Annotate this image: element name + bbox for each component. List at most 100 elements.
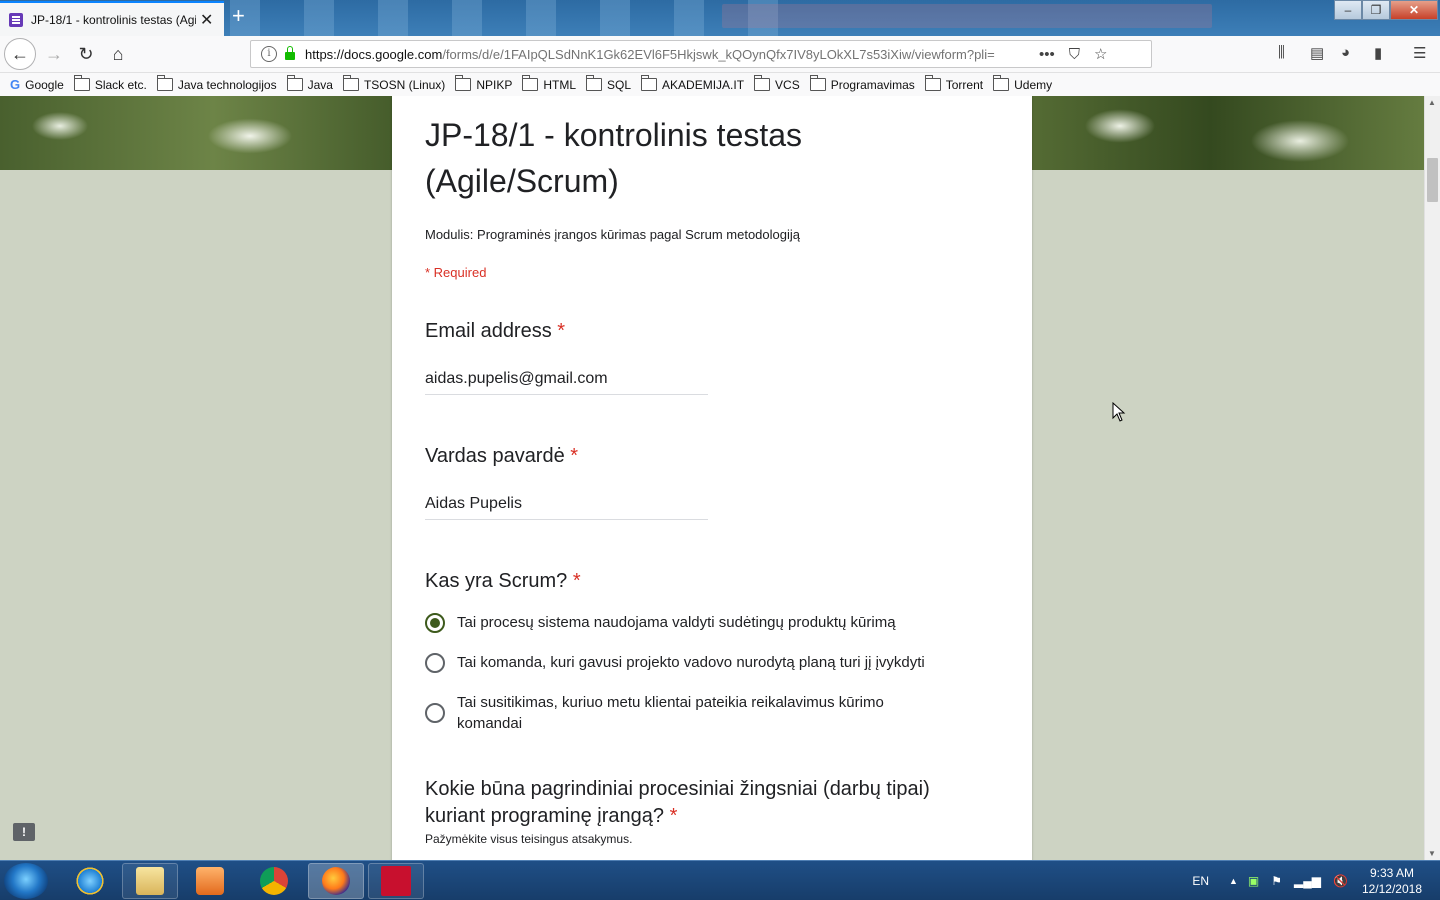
question-title-text: Email address <box>425 320 552 342</box>
radio-button[interactable] <box>425 652 445 673</box>
minimize-button[interactable]: ‒ <box>1334 0 1362 20</box>
question-title-text: Kas yra Scrum? <box>425 570 568 592</box>
taskbar-file-explorer[interactable] <box>122 863 178 899</box>
pocket-icon[interactable]: ⛉ <box>1069 46 1080 63</box>
bookmark-label: Google <box>25 77 64 92</box>
bookmark-label: Udemy <box>1014 77 1053 92</box>
extension-icon[interactable]: ◕ <box>1341 44 1350 61</box>
restore-button[interactable]: ❐ <box>1362 0 1390 20</box>
start-button[interactable] <box>4 863 48 899</box>
scrollbar-thumb[interactable] <box>1427 158 1438 202</box>
taskbar-chrome[interactable] <box>246 863 302 899</box>
form-title: JP-18/1 - kontrolinis testas (Agile/Scru… <box>425 117 803 199</box>
radio-option-label: Tai susitikimas, kuriuo metu klientai pa… <box>457 694 884 732</box>
window-controls: ‒ ❐ ✕ <box>1334 0 1438 20</box>
bookmark-folder[interactable]: VCS <box>754 75 800 92</box>
url-bar[interactable]: i https://docs.google.com/forms/d/e/1FAI… <box>250 40 1152 68</box>
folder-icon <box>924 75 941 91</box>
bookmark-folder[interactable]: NPIKP <box>455 75 512 92</box>
tab-close-icon[interactable]: ✕ <box>200 10 213 30</box>
bookmark-label: Java technologijos <box>177 77 277 92</box>
folder-icon <box>993 75 1010 91</box>
folder-icon <box>286 75 303 91</box>
browser-tab-active[interactable]: JP-18/1 - kontrolinis testas (Agi ✕ <box>0 1 224 36</box>
chrome-icon <box>260 867 288 895</box>
radio-button[interactable] <box>425 703 445 723</box>
bookmark-label: Torrent <box>945 77 984 92</box>
bookmark-folder[interactable]: Torrent <box>924 75 984 92</box>
taskbar-internet-explorer[interactable] <box>62 863 118 899</box>
bookmark-label: TSOSN (Linux) <box>363 77 446 92</box>
page-viewport: JP-18/1 - kontrolinis testas (Agile/Scru… <box>0 96 1424 860</box>
back-button[interactable]: ← <box>4 38 36 70</box>
radio-option[interactable]: Tai susitikimas, kuriuo metu klientai pa… <box>425 692 925 734</box>
radio-option[interactable]: Tai procesų sistema naudojama valdyti su… <box>425 612 896 633</box>
radio-option[interactable]: Tai komanda, kuri gavusi projekto vadovo… <box>425 652 925 673</box>
feedback-icon[interactable]: ! <box>13 823 35 841</box>
menu-icon[interactable]: ☰ <box>1413 44 1426 62</box>
window-close-button[interactable]: ✕ <box>1390 0 1438 20</box>
browser-titlebar: JP-18/1 - kontrolinis testas (Agi ✕ + ‒ … <box>0 0 1440 36</box>
site-info-icon[interactable]: i <box>261 46 277 62</box>
language-indicator[interactable]: EN <box>1192 874 1209 888</box>
bookmark-folder[interactable]: Java technologijos <box>156 75 277 92</box>
new-tab-button[interactable]: + <box>232 3 245 29</box>
google-icon: G <box>10 77 21 92</box>
internet-explorer-icon <box>76 867 104 895</box>
show-hidden-icons-icon[interactable]: ▲ <box>1229 876 1238 886</box>
taskbar-firefox[interactable] <box>308 863 364 899</box>
google-forms-favicon-icon <box>9 12 23 27</box>
bookmark-folder[interactable]: Programavimas <box>809 75 915 92</box>
addon-icon[interactable]: ▮ <box>1374 44 1382 62</box>
sidebar-icon[interactable]: ▤ <box>1310 44 1324 62</box>
bookmark-label: Slack etc. <box>94 77 147 92</box>
email-field[interactable]: aidas.pupelis@gmail.com <box>425 370 708 395</box>
folder-icon <box>156 75 173 91</box>
bookmark-folder[interactable]: TSOSN (Linux) <box>342 75 446 92</box>
reload-icon: ↻ <box>78 43 94 64</box>
question-name-title: Vardas pavardė * <box>425 443 578 470</box>
scroll-up-icon[interactable]: ▲ <box>1428 98 1436 107</box>
media-player-icon <box>196 867 224 895</box>
scroll-down-icon[interactable]: ▼ <box>1428 849 1436 858</box>
bookmark-star-icon[interactable]: ☆ <box>1094 45 1107 63</box>
page-scrollbar[interactable]: ▲ ▼ <box>1424 96 1440 860</box>
library-icon[interactable]: ⫼ <box>1278 44 1285 61</box>
network-icon[interactable]: ▂▄▆ <box>1294 874 1321 888</box>
forward-button[interactable]: → <box>40 41 68 67</box>
bookmark-label: AKADEMIJA.IT <box>662 77 745 92</box>
page-actions-icon[interactable]: ••• <box>1039 46 1055 63</box>
titlebar-background <box>230 0 790 36</box>
url-path: /forms/d/e/1FAIpQLSdNnK1Gk62EVl6F5Hkjswk… <box>442 46 995 62</box>
clock[interactable]: 9:33 AM 12/12/2018 <box>1362 865 1422 897</box>
required-note: * Required <box>425 265 487 280</box>
required-star: * <box>669 805 678 827</box>
bookmark-folder[interactable]: Udemy <box>993 75 1053 92</box>
bookmark-google[interactable]: G Google <box>10 77 64 92</box>
folder-icon <box>455 75 472 91</box>
bookmark-folder[interactable]: Java <box>286 75 333 92</box>
taskbar-acrobat[interactable] <box>368 863 424 899</box>
app-tray-icon[interactable]: ▣ <box>1248 874 1259 888</box>
name-field[interactable]: Aidas Pupelis <box>425 495 708 520</box>
reload-button[interactable]: ↻ <box>72 41 100 67</box>
url-text[interactable]: https://docs.google.com/forms/d/e/1FAIpQ… <box>305 47 1025 62</box>
action-center-flag-icon[interactable]: ⚑ <box>1271 874 1282 888</box>
bookmark-folder[interactable]: SQL <box>586 75 631 92</box>
home-button[interactable]: ⌂ <box>104 41 132 67</box>
folder-icon <box>73 75 90 91</box>
volume-muted-icon[interactable]: 🔇 <box>1333 874 1348 888</box>
bookmark-label: HTML <box>543 77 576 92</box>
bookmark-folder[interactable]: AKADEMIJA.IT <box>641 75 745 92</box>
folder-icon <box>522 75 539 91</box>
taskbar-media-player[interactable] <box>182 863 238 899</box>
radio-option-label: Tai procesų sistema naudojama valdyti su… <box>457 614 896 631</box>
lock-icon <box>285 46 295 60</box>
radio-button-checked[interactable] <box>425 612 445 633</box>
bookmark-label: Programavimas <box>830 77 915 92</box>
bookmark-folder[interactable]: HTML <box>522 75 576 92</box>
bookmark-folder[interactable]: Slack etc. <box>73 75 147 92</box>
mouse-cursor-icon <box>1112 402 1126 422</box>
radio-option-label: Tai komanda, kuri gavusi projekto vadovo… <box>457 654 925 671</box>
bookmarks-bar: G Google Slack etc. Java technologijos Ja… <box>0 73 1440 97</box>
